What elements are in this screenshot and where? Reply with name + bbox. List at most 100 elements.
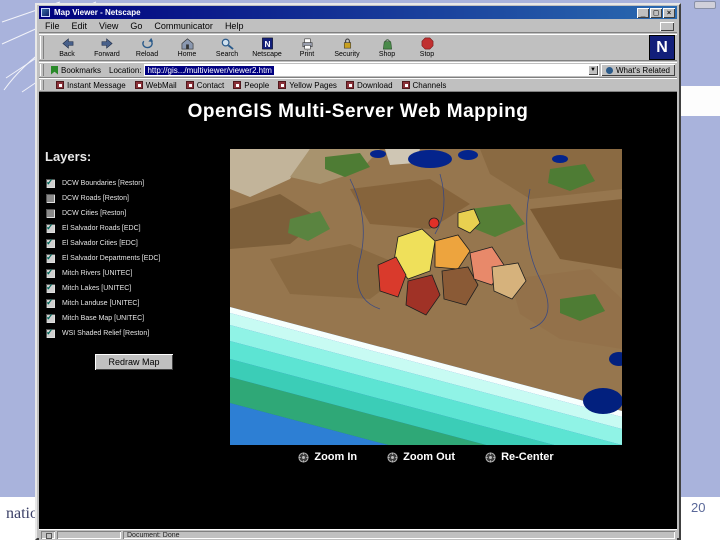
layer-checkbox[interactable] — [46, 194, 55, 203]
search-icon — [221, 38, 234, 50]
print-icon — [302, 38, 312, 50]
stop-button[interactable]: Stop — [407, 35, 447, 60]
footer-text: natio — [6, 505, 38, 522]
webmail-icon — [134, 81, 143, 89]
forward-button[interactable]: Forward — [87, 35, 127, 60]
menu-view[interactable]: View — [93, 21, 124, 31]
location-input[interactable]: http://gis.../multiviewer/viewer2.htm ▼ — [144, 64, 599, 76]
personal-toolbar-grip[interactable] — [40, 80, 45, 90]
layer-checkbox[interactable] — [46, 267, 55, 278]
re-center-control[interactable]: Re-Center — [485, 451, 554, 463]
location-toolbar: Bookmarks Location: http://gis.../multiv… — [39, 62, 677, 78]
window-title: Map Viewer - Netscape — [54, 8, 141, 17]
netscape-logo[interactable]: N — [649, 35, 675, 60]
bookmarks-button[interactable]: Bookmarks — [47, 64, 105, 76]
reload-label: Reload — [135, 51, 159, 58]
layer-label: Mitch Base Map [UNITEC] — [62, 315, 145, 322]
map-controls: Zoom In Zoom Out Re-Center — [230, 451, 622, 463]
progress-bar — [57, 531, 121, 539]
menu-file[interactable]: File — [39, 21, 66, 31]
status-message-area: Document: Done — [123, 531, 675, 539]
bookmarks-label: Bookmarks — [61, 65, 102, 75]
browser-window: Map Viewer - Netscape _ □ × File Edit Vi… — [35, 3, 681, 540]
layer-row: DCW Roads [Reston] — [46, 191, 228, 206]
status-text: Document: Done — [127, 531, 180, 539]
personal-item-instant-message[interactable]: Instant Message — [56, 81, 126, 90]
layer-checkbox[interactable] — [46, 209, 55, 218]
layer-row: Mitch Base Map [UNITEC] — [46, 311, 228, 326]
menu-communicator[interactable]: Communicator — [148, 21, 219, 31]
forward-arrow-icon — [101, 38, 113, 49]
zoom-out-icon — [387, 451, 398, 463]
netscape-button[interactable]: N Netscape — [247, 35, 287, 60]
layer-row: El Salvador Departments [EDC] — [46, 251, 228, 266]
map-viewport[interactable] — [230, 149, 622, 445]
personal-item-channels[interactable]: Channels — [401, 81, 446, 90]
redraw-map-button[interactable]: Redraw Map — [95, 354, 173, 370]
menu-go[interactable]: Go — [124, 21, 148, 31]
layer-label: DCW Boundaries [Reston] — [62, 180, 145, 187]
menu-help[interactable]: Help — [219, 21, 250, 31]
layer-checkbox[interactable] — [46, 282, 55, 293]
zoom-in-label: Zoom In — [314, 451, 358, 463]
map-image[interactable] — [230, 149, 622, 445]
shop-button[interactable]: Shop — [367, 35, 407, 60]
personal-item-yellow-pages[interactable]: Yellow Pages — [278, 81, 337, 90]
search-button[interactable]: Search — [207, 35, 247, 60]
personal-item-download[interactable]: Download — [345, 80, 393, 90]
contact-label: Contact — [196, 80, 225, 90]
location-toolbar-grip[interactable] — [40, 64, 45, 76]
re-center-icon — [485, 451, 496, 463]
slide-corner-widget — [694, 1, 716, 9]
personal-item-webmail[interactable]: WebMail — [134, 81, 177, 90]
contact-icon — [185, 81, 194, 89]
layer-label: Mitch Landuse [UNITEC] — [62, 300, 140, 307]
back-arrow-icon — [61, 38, 73, 49]
layer-checkbox[interactable] — [46, 252, 55, 263]
layer-checkbox[interactable] — [46, 327, 55, 338]
yellow-pages-label: Yellow Pages — [289, 80, 337, 90]
home-button[interactable]: Home — [167, 35, 207, 60]
slide: natio 20 Map Viewer - Netscape _ □ × Fil… — [0, 0, 720, 540]
layer-checkbox[interactable] — [46, 222, 55, 233]
re-center-label: Re-Center — [501, 451, 554, 463]
layer-label: Mitch Rivers [UNITEC] — [62, 270, 133, 277]
layer-checkbox[interactable] — [46, 312, 55, 323]
netscape-label: Netscape — [252, 51, 282, 58]
home-icon — [181, 38, 193, 50]
people-label: People — [244, 80, 270, 90]
layer-checkbox[interactable] — [46, 237, 55, 248]
yellow-pages-icon — [278, 81, 287, 89]
location-dropdown-icon[interactable]: ▼ — [588, 65, 598, 75]
layer-checkbox[interactable] — [46, 297, 55, 308]
security-status-icon[interactable] — [41, 531, 55, 539]
menu-spacer — [660, 21, 674, 31]
search-label: Search — [215, 51, 239, 58]
zoom-in-icon — [298, 451, 309, 463]
close-button[interactable]: × — [663, 7, 675, 18]
maximize-button[interactable]: □ — [650, 7, 662, 18]
download-label: Download — [356, 80, 393, 90]
layer-row: DCW Boundaries [Reston] — [46, 176, 228, 191]
instant-message-icon — [56, 81, 64, 89]
minimize-button[interactable]: _ — [637, 7, 649, 18]
layer-label: DCW Roads [Reston] — [62, 195, 129, 202]
personal-item-people[interactable]: People — [233, 81, 269, 90]
reload-button[interactable]: Reload — [127, 35, 167, 60]
personal-item-contact[interactable]: Contact — [185, 80, 225, 90]
stop-label: Stop — [419, 51, 435, 58]
menu-edit[interactable]: Edit — [66, 21, 94, 31]
back-button[interactable]: Back — [47, 35, 87, 60]
layer-row: El Salvador Cities [EDC] — [46, 236, 228, 251]
titlebar[interactable]: Map Viewer - Netscape _ □ × — [39, 6, 677, 19]
toolbar-grip[interactable] — [40, 36, 45, 59]
zoom-out-control[interactable]: Zoom Out — [387, 451, 455, 463]
page-title: OpenGIS Multi-Server Web Mapping — [187, 101, 529, 122]
zoom-in-control[interactable]: Zoom In — [298, 451, 357, 463]
print-button[interactable]: Print — [287, 35, 327, 60]
whats-related-button[interactable]: What's Related — [601, 64, 675, 76]
navigation-toolbar: Back Forward Reload Home Search N Netsca… — [39, 34, 677, 61]
security-button[interactable]: Security — [327, 35, 367, 60]
padlock-icon — [343, 38, 351, 49]
layer-checkbox[interactable] — [46, 177, 55, 188]
